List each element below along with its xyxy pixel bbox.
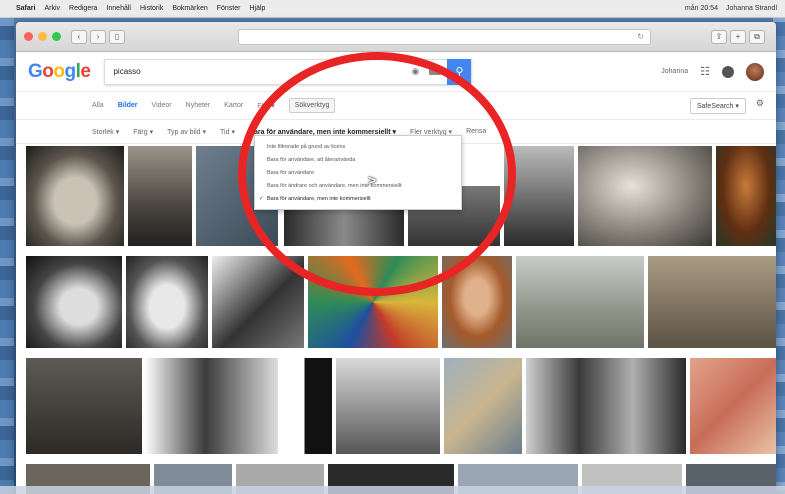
account-name[interactable]: Johanna: [661, 68, 688, 75]
image-result[interactable]: [442, 256, 512, 348]
account-area: Johanna ☷: [661, 62, 764, 81]
apps-grid-icon[interactable]: ☷: [700, 65, 710, 78]
zoom-window-button[interactable]: [52, 32, 61, 41]
minimize-window-button[interactable]: [38, 32, 47, 41]
image-result[interactable]: [444, 358, 522, 454]
image-result[interactable]: [26, 358, 142, 454]
image-result[interactable]: [26, 146, 124, 246]
usage-option-reuse[interactable]: Bara för användare: [255, 166, 461, 179]
safesearch-button[interactable]: SafeSearch ▾: [689, 97, 746, 114]
menu-arkiv[interactable]: Arkiv: [44, 5, 60, 12]
google-logo[interactable]: Google: [28, 61, 91, 83]
keyboard-icon[interactable]: [429, 68, 442, 75]
share-button[interactable]: ⇧: [711, 29, 727, 44]
mac-menubar: Safari Arkiv Redigera Innehåll Historik …: [0, 0, 785, 18]
tab-images[interactable]: Bilder: [118, 102, 138, 109]
sidebar-button[interactable]: ▯: [109, 29, 125, 44]
tab-all[interactable]: Alla: [92, 102, 104, 109]
filter-type[interactable]: Typ av bild ▾: [167, 128, 206, 136]
filter-size[interactable]: Storlek ▾: [92, 128, 119, 136]
search-icon: ⚲: [455, 66, 464, 78]
forward-button[interactable]: ›: [90, 29, 106, 44]
tab-news[interactable]: Nyheter: [186, 102, 211, 109]
camera-icon[interactable]: ◉: [411, 66, 425, 77]
address-bar[interactable]: ↻: [238, 28, 651, 45]
usage-option-noncommercial[interactable]: ✓ Bara för användare, men inte kommersiel…: [255, 192, 461, 205]
usage-option-reuse-modify[interactable]: Bara för användare, att återanvända: [255, 153, 461, 166]
search-tabs: Alla Bilder Videor Nyheter Kartor Fler ▾…: [16, 92, 776, 120]
usage-option-noncommercial-modify[interactable]: Bara för ändrare och användare, men inte…: [255, 179, 461, 192]
menu-historik[interactable]: Historik: [140, 5, 163, 12]
usage-rights-dropdown: Inte filtrerade på grund av licens Bara …: [254, 135, 462, 210]
close-window-button[interactable]: [24, 32, 33, 41]
usage-option-label: Bara för användare, men inte kommersiell…: [267, 195, 371, 202]
filter-time[interactable]: Tid ▾: [220, 128, 235, 136]
gear-icon[interactable]: ⚙: [756, 98, 764, 114]
tab-videos[interactable]: Videor: [152, 102, 172, 109]
menu-hjalp[interactable]: Hjälp: [249, 5, 265, 12]
menu-safari[interactable]: Safari: [16, 5, 35, 12]
browser-toolbar: ‹ › ▯ ↻ ⇧ + ⧉: [16, 22, 776, 52]
image-result[interactable]: [716, 146, 776, 246]
image-result[interactable]: [128, 146, 192, 246]
safari-window: ‹ › ▯ ↻ ⇧ + ⧉ Google picasso ◉ ⚲ Johanna…: [16, 22, 776, 494]
filter-clear[interactable]: Rensa: [466, 128, 486, 135]
tab-maps[interactable]: Kartor: [224, 102, 243, 109]
image-result[interactable]: [516, 256, 644, 348]
reload-icon[interactable]: ↻: [637, 32, 644, 41]
window-controls: [24, 32, 61, 41]
usage-option-not-filtered[interactable]: Inte filtrerade på grund av licens: [255, 140, 461, 153]
tab-more[interactable]: Fler ▾: [257, 102, 275, 110]
checkmark-icon: ✓: [259, 195, 264, 202]
google-header: Google picasso ◉ ⚲ Johanna ☷: [16, 52, 776, 92]
search-button[interactable]: ⚲: [447, 58, 472, 85]
tabs-overview-button[interactable]: ⧉: [749, 29, 765, 44]
tabs-right: SafeSearch ▾ ⚙: [689, 97, 764, 114]
image-result[interactable]: [504, 146, 574, 246]
search-tools-button[interactable]: Sökverktyg: [288, 98, 336, 113]
notifications-icon[interactable]: [722, 65, 734, 78]
image-result[interactable]: [26, 256, 122, 348]
avatar[interactable]: [746, 62, 764, 81]
menu-innehall[interactable]: Innehåll: [106, 5, 131, 12]
clock[interactable]: mån 20:54: [685, 5, 718, 12]
image-result[interactable]: [282, 358, 332, 454]
search-input[interactable]: picasso: [113, 67, 411, 76]
user-name[interactable]: Johanna Strandl: [726, 5, 777, 12]
menu-fonster[interactable]: Fönster: [217, 5, 241, 12]
desktop-background-left: [0, 0, 14, 494]
image-result[interactable]: [212, 256, 304, 348]
image-result[interactable]: [146, 358, 278, 454]
new-tab-button[interactable]: +: [730, 29, 746, 44]
search-box[interactable]: picasso ◉ ⚲: [104, 58, 473, 85]
image-result[interactable]: [126, 256, 208, 348]
cursor-arrow-icon: >: [368, 172, 377, 188]
image-result[interactable]: [526, 358, 686, 454]
image-result[interactable]: [690, 358, 776, 454]
menu-redigera[interactable]: Redigera: [69, 5, 97, 12]
image-result[interactable]: [648, 256, 776, 348]
menu-bokmarken[interactable]: Bokmärken: [172, 5, 207, 12]
dock: [0, 486, 785, 494]
filter-color[interactable]: Färg ▾: [133, 128, 153, 136]
image-result[interactable]: [578, 146, 712, 246]
image-result[interactable]: [336, 358, 440, 454]
image-result[interactable]: [308, 256, 438, 348]
back-button[interactable]: ‹: [71, 29, 87, 44]
